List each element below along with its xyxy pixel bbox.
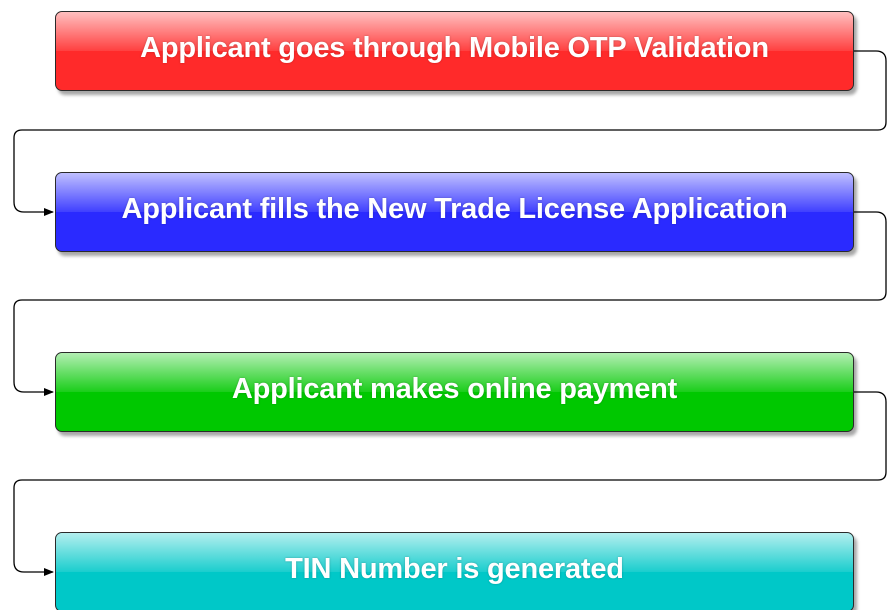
- step-label: Applicant makes online payment: [231, 373, 678, 405]
- step-label: Applicant fills the New Trade License Ap…: [121, 193, 788, 225]
- step-label: Applicant goes through Mobile OTP Valida…: [140, 32, 769, 64]
- step-tin-generated: TIN Number is generated: [55, 532, 854, 610]
- flow-connectors: [13, 50, 887, 576]
- step-fill-application: Applicant fills the New Trade License Ap…: [55, 172, 854, 252]
- step-label: TIN Number is generated: [285, 553, 624, 585]
- step-mobile-otp-validation: Applicant goes through Mobile OTP Valida…: [55, 11, 854, 91]
- flowchart-canvas: Applicant goes through Mobile OTP Valida…: [0, 0, 888, 610]
- step-online-payment: Applicant makes online payment: [55, 352, 854, 432]
